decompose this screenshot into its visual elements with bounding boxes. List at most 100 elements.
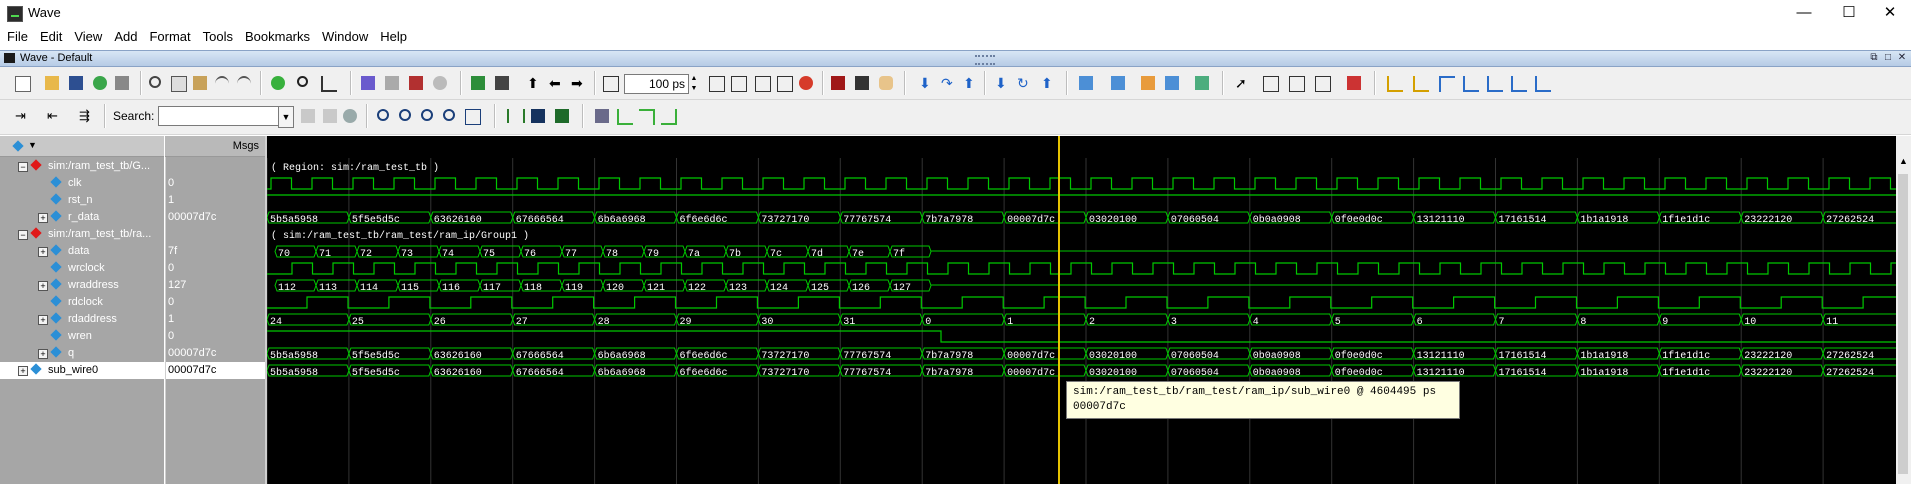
menu-add[interactable]: Add bbox=[108, 26, 143, 48]
expand-icon[interactable]: + bbox=[38, 213, 48, 223]
wave-export-icon[interactable] bbox=[1192, 73, 1212, 93]
maximize-button[interactable]: ☐ bbox=[1829, 2, 1869, 24]
run-icon-2[interactable] bbox=[706, 73, 726, 93]
step-over-icon[interactable]: ↷ bbox=[938, 73, 958, 93]
menu-view[interactable]: View bbox=[68, 26, 108, 48]
search-input[interactable] bbox=[158, 106, 282, 126]
minimize-button[interactable]: — bbox=[1784, 2, 1824, 24]
break-icon[interactable] bbox=[430, 73, 450, 93]
save-icon[interactable] bbox=[66, 73, 86, 93]
up-arrow-icon[interactable]: ⬆ bbox=[524, 73, 544, 93]
find-any-edge-icon[interactable] bbox=[1508, 73, 1528, 93]
menu-edit[interactable]: Edit bbox=[34, 26, 68, 48]
wave-edit-icon[interactable] bbox=[1138, 73, 1158, 93]
search-prev-icon[interactable] bbox=[298, 106, 318, 126]
signal-row[interactable]: rdclock bbox=[0, 294, 164, 311]
add-wave-icon[interactable]: ⇥ bbox=[12, 106, 32, 126]
find-icon[interactable] bbox=[294, 73, 314, 93]
close-button[interactable]: ✕ bbox=[1870, 2, 1910, 24]
run-length-input[interactable]: 100 ps bbox=[624, 74, 689, 94]
zoom-range-icon[interactable] bbox=[462, 106, 482, 126]
reload-icon[interactable] bbox=[90, 73, 110, 93]
cursor-add-icon[interactable] bbox=[504, 106, 525, 126]
signal-row[interactable]: + q bbox=[0, 345, 164, 362]
redo-icon[interactable] bbox=[234, 73, 254, 93]
step-loop-icon[interactable]: ↻ bbox=[1014, 73, 1034, 93]
zoom-mode-icon[interactable] bbox=[1260, 73, 1280, 93]
signal-row[interactable]: rst_n bbox=[0, 192, 164, 209]
signal-row[interactable]: + wraddress bbox=[0, 277, 164, 294]
pan-mode-icon[interactable] bbox=[1286, 73, 1306, 93]
signal-row[interactable]: − sim:/ram_test_tb/ra... bbox=[0, 226, 164, 243]
signal-row[interactable]: − sim:/ram_test_tb/G... bbox=[0, 158, 164, 175]
find-last-edge-icon[interactable] bbox=[1532, 73, 1552, 93]
run-all-icon[interactable] bbox=[752, 73, 772, 93]
find-prev-edge-icon[interactable] bbox=[1410, 73, 1430, 93]
print-icon[interactable] bbox=[112, 73, 132, 93]
simulate-icon[interactable] bbox=[406, 73, 426, 93]
add-divider-icon[interactable]: ⇤ bbox=[44, 106, 64, 126]
search-dropdown[interactable]: ▼ bbox=[278, 106, 294, 128]
copy-icon[interactable] bbox=[168, 73, 188, 93]
stop-icon[interactable] bbox=[774, 73, 794, 93]
search-options-icon[interactable] bbox=[340, 106, 360, 126]
paste-icon[interactable] bbox=[190, 73, 210, 93]
cursor-delete-icon[interactable] bbox=[528, 106, 548, 126]
back-arrow-icon[interactable]: ⬅ bbox=[546, 73, 566, 93]
vertical-scrollbar[interactable]: ▲ bbox=[1896, 136, 1911, 484]
panel-drag-handle[interactable] bbox=[975, 55, 995, 65]
menu-bookmarks[interactable]: Bookmarks bbox=[239, 26, 316, 48]
step-out-icon[interactable]: ⬆ bbox=[960, 73, 980, 93]
cursor-lock-icon[interactable] bbox=[1344, 73, 1364, 93]
find-next-edge-icon[interactable] bbox=[1436, 73, 1456, 93]
undo-icon[interactable] bbox=[212, 73, 232, 93]
signal-row[interactable]: + sub_wire0 bbox=[0, 362, 164, 379]
expand-icon[interactable]: + bbox=[38, 247, 48, 257]
insert-cursor-icon[interactable] bbox=[492, 73, 512, 93]
wave-color-icon[interactable] bbox=[1108, 73, 1128, 93]
expand-icon[interactable]: + bbox=[18, 366, 28, 376]
panel-undock-icon[interactable]: ⧉ bbox=[1868, 52, 1880, 63]
bus-format-icon[interactable] bbox=[592, 106, 612, 126]
step-into-icon[interactable]: ⬇ bbox=[992, 73, 1012, 93]
cut-icon[interactable] bbox=[146, 73, 166, 93]
compile-all-icon[interactable] bbox=[382, 73, 402, 93]
continue-icon[interactable] bbox=[728, 73, 748, 93]
cursor-lock-2-icon[interactable] bbox=[552, 106, 572, 126]
run-length-icon[interactable] bbox=[600, 73, 620, 93]
zoom-in-icon[interactable] bbox=[374, 106, 394, 126]
memory-icon[interactable] bbox=[852, 73, 872, 93]
hand-icon[interactable] bbox=[876, 73, 896, 93]
compile-icon[interactable] bbox=[358, 73, 378, 93]
menu-window[interactable]: Window bbox=[316, 26, 374, 48]
signal-row[interactable]: + rdaddress bbox=[0, 311, 164, 328]
menu-tools[interactable]: Tools bbox=[197, 26, 239, 48]
panel-close-icon[interactable]: ✕ bbox=[1896, 52, 1908, 63]
signal-row[interactable]: + data bbox=[0, 243, 164, 260]
signal-row[interactable]: wrclock bbox=[0, 260, 164, 277]
edit-mode-icon[interactable] bbox=[1312, 73, 1332, 93]
edge-both-icon[interactable] bbox=[658, 106, 678, 126]
collapse-icon[interactable]: − bbox=[18, 162, 28, 172]
zoom-out-icon[interactable] bbox=[396, 106, 416, 126]
expand-icon[interactable]: + bbox=[38, 281, 48, 291]
panel-maximize-icon[interactable]: □ bbox=[1882, 52, 1894, 63]
menu-format[interactable]: Format bbox=[143, 26, 196, 48]
find-rising-icon[interactable] bbox=[1460, 73, 1480, 93]
wave-options-icon[interactable] bbox=[12, 140, 24, 152]
step-back-icon[interactable]: ⬆ bbox=[1038, 73, 1058, 93]
expand-icon[interactable]: + bbox=[38, 315, 48, 325]
run-icon[interactable] bbox=[268, 73, 288, 93]
restart-icon[interactable] bbox=[796, 73, 816, 93]
signal-row[interactable]: clk bbox=[0, 175, 164, 192]
waveform-canvas[interactable]: ( Region: sim:/ram_test_tb ) 5b5a5958 5f5e… bbox=[266, 136, 1906, 484]
edge-fall-icon[interactable] bbox=[636, 106, 656, 126]
add-group-icon[interactable]: ⇶ bbox=[76, 106, 96, 126]
open-folder-icon[interactable] bbox=[42, 73, 62, 93]
signal-row[interactable]: wren bbox=[0, 328, 164, 345]
find-first-edge-icon[interactable] bbox=[1384, 73, 1404, 93]
step-icon[interactable]: ⬇ bbox=[916, 73, 936, 93]
menu-file[interactable]: File bbox=[0, 26, 34, 48]
select-mode-icon[interactable]: ➚ bbox=[1232, 73, 1252, 93]
scroll-thumb[interactable] bbox=[1898, 174, 1908, 474]
